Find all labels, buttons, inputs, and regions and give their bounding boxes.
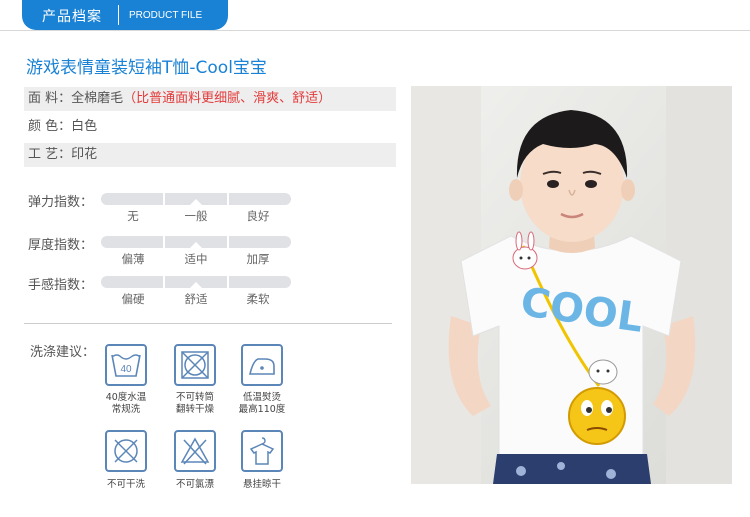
scale-tick: 无 — [127, 209, 139, 223]
spec-row-color: 颜 色：白色 — [24, 115, 396, 139]
spec-value: 白色 — [71, 119, 98, 134]
elasticity-scale — [101, 193, 291, 205]
scale-tick: 偏硬 — [121, 292, 145, 306]
wash-label: 洗涤建议： — [30, 345, 96, 360]
spec-row-fabric: 面 料：全棉磨毛（比普通面料更细腻、滑爽、舒适） — [24, 87, 396, 111]
scale-divider — [227, 193, 229, 205]
spec-value: 全棉磨毛 — [71, 91, 124, 106]
scale-tick: 偏薄 — [121, 252, 145, 266]
wash-40-icon: 40 — [105, 344, 147, 386]
spec-label: 面 料： — [28, 91, 72, 106]
scale-marker — [190, 199, 202, 205]
scale-tick: 舒适 — [184, 292, 208, 306]
product-photo: COOL — [411, 86, 732, 484]
no-tumble-dry-glyph — [181, 351, 209, 379]
section-divider — [24, 323, 392, 324]
thickness-scale — [101, 236, 291, 248]
product-file-tab[interactable]: 产品档案 PRODUCT FILE — [22, 0, 228, 30]
header-divider — [0, 30, 750, 31]
spec-label: 颜 色： — [28, 119, 72, 134]
handfeel-scale — [101, 276, 291, 288]
no-dry-clean-glyph — [114, 439, 138, 463]
scale-divider — [163, 193, 165, 205]
wash-temp-badge: 40 — [120, 364, 132, 375]
scale-tick: 柔软 — [246, 292, 270, 306]
care-caption: 不可转筒 翻转干燥 — [160, 392, 230, 416]
caption-line: 翻转干燥 — [175, 404, 214, 415]
caption-line: 最高110度 — [238, 404, 286, 415]
hang-dry-icon — [241, 430, 283, 472]
scale-marker — [190, 282, 202, 288]
scale-tick: 适中 — [184, 252, 208, 266]
iron-glyph — [248, 358, 275, 375]
hang-dry-glyph — [249, 437, 275, 465]
no-bleach-icon — [174, 430, 216, 472]
iron-low-icon — [241, 344, 283, 386]
caption-line: 常规洗 — [111, 404, 141, 415]
no-dry-clean-icon — [105, 430, 147, 472]
thickness-label: 厚度指数： — [28, 238, 94, 253]
elasticity-label: 弹力指数： — [28, 195, 94, 210]
care-caption: 不可氯漂 — [175, 479, 214, 490]
care-caption: 不可干洗 — [106, 479, 145, 490]
scale-divider — [227, 276, 229, 288]
wash-40-glyph: 40 — [111, 354, 141, 377]
scale-marker — [190, 242, 202, 248]
scale-divider — [163, 236, 165, 248]
scale-tick: 良好 — [246, 209, 270, 223]
tab-title-en: PRODUCT FILE — [129, 10, 203, 21]
spec-note: （比普通面料更细腻、滑爽、舒适） — [123, 91, 332, 106]
scale-divider — [227, 236, 229, 248]
care-caption: 40度水温 常规洗 — [91, 392, 161, 416]
caption-line: 不可转筒 — [175, 392, 214, 403]
tab-title-cn: 产品档案 — [42, 9, 102, 25]
header-bar: 产品档案 PRODUCT FILE — [0, 0, 750, 32]
product-title: 游戏表情童装短袖T恤-Cool宝宝 — [26, 58, 267, 78]
child-model-illustration: COOL — [411, 86, 732, 484]
handfeel-label: 手感指数： — [28, 278, 94, 293]
spec-row-craft: 工 艺：印花 — [24, 143, 396, 167]
no-bleach-glyph — [180, 437, 210, 465]
no-tumble-dry-icon — [174, 344, 216, 386]
scale-divider — [163, 276, 165, 288]
spec-label: 工 艺： — [28, 147, 72, 162]
care-caption: 悬挂晾干 — [242, 479, 281, 490]
caption-line: 低温熨烫 — [242, 392, 281, 403]
tab-separator — [118, 5, 119, 25]
scale-tick: 一般 — [184, 209, 208, 223]
care-caption: 低温熨烫 最高110度 — [227, 392, 297, 416]
caption-line: 40度水温 — [105, 392, 147, 403]
scale-tick: 加厚 — [246, 252, 270, 266]
spec-value: 印花 — [71, 147, 98, 162]
